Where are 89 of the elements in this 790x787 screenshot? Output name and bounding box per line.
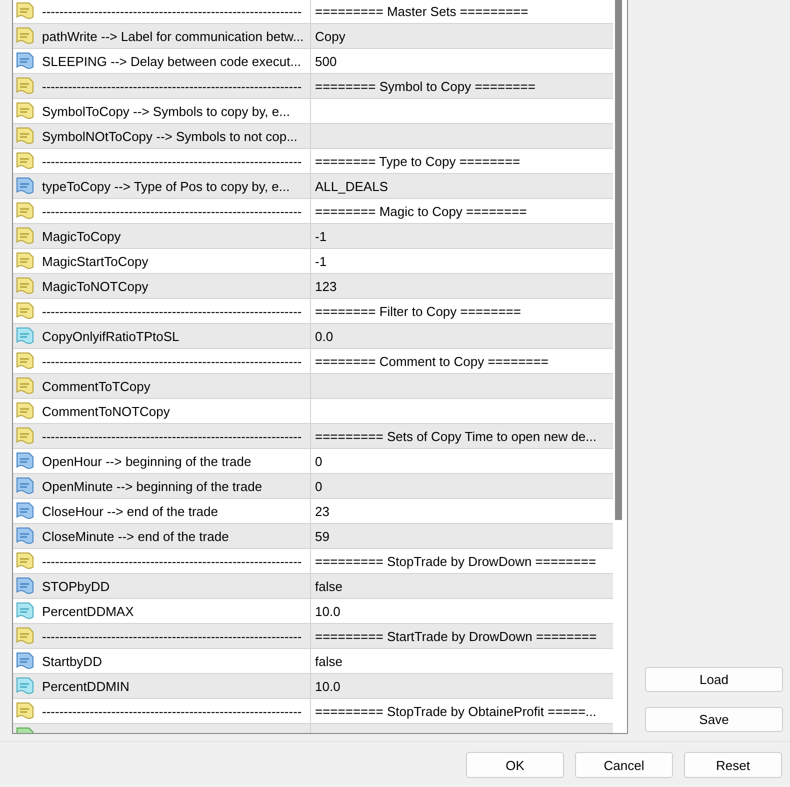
integer-type-icon — [15, 576, 35, 596]
integer-type-icon — [15, 451, 35, 471]
parameter-value[interactable]: 59 — [315, 528, 330, 544]
dialog-button[interactable]: Cancel — [575, 752, 673, 778]
text-type-icon — [15, 626, 35, 646]
integer-type-icon — [15, 176, 35, 196]
text-type-icon — [15, 351, 35, 371]
parameter-value[interactable]: 23 — [315, 504, 330, 518]
parameter-name: CommentToNOTCopy — [42, 404, 170, 418]
parameter-value[interactable]: ======== Symbol to Copy ======== — [315, 78, 536, 94]
parameter-value[interactable]: Copy — [315, 28, 346, 44]
integer-type-icon — [15, 526, 35, 546]
parameter-name: ------------------------------------------------------------ — [42, 428, 302, 444]
parameter-value[interactable]: ========= Master Sets ========= — [315, 4, 528, 18]
text-type-icon — [15, 226, 35, 246]
parameter-name: OpenHour --> beginning of the trade — [42, 454, 252, 468]
parameter-name: SymbolNOtToCopy --> Symbols to not cop... — [42, 128, 298, 144]
text-type-icon — [15, 126, 35, 146]
text-type-icon — [15, 551, 35, 571]
parameter-value[interactable]: -1 — [315, 254, 327, 268]
parameter-value[interactable]: ======== Filter to Copy ======== — [315, 304, 521, 318]
decimal-type-icon — [15, 326, 35, 346]
text-type-icon — [15, 76, 35, 96]
text-type-icon — [15, 101, 35, 121]
parameter-value[interactable]: 10.0 — [315, 678, 340, 694]
parameter-value[interactable]: 0 — [315, 478, 322, 494]
parameter-value[interactable]: 10.0 — [315, 604, 340, 618]
decimal-type-icon — [15, 601, 35, 621]
parameter-name: ------------------------------------------------------------ — [42, 354, 302, 368]
parameter-value[interactable]: -1 — [315, 228, 327, 244]
parameter-name: CopyOnlyifRatioTPtoSL — [42, 328, 180, 344]
parameter-name: MagicStartToCopy — [42, 254, 148, 268]
text-type-icon — [15, 426, 35, 446]
text-type-icon — [15, 301, 35, 321]
parameter-value[interactable]: ======== Comment to Copy ======== — [315, 354, 548, 368]
parameter-name: typeToCopy --> Type of Pos to copy by, e... — [42, 178, 290, 194]
parameter-value[interactable]: false — [315, 654, 342, 668]
parameter-value[interactable]: 500 — [315, 54, 337, 68]
parameter-name: MagicToNOTCopy — [42, 278, 148, 294]
parameter-value[interactable]: ======== Type to Copy ======== — [315, 154, 520, 168]
text-type-icon — [15, 201, 35, 221]
integer-type-icon — [15, 501, 35, 521]
text-type-icon — [15, 276, 35, 296]
parameter-name: PercentDDMAX — [42, 604, 134, 618]
parameter-name: ------------------------------------------------------------ — [42, 154, 302, 168]
parameter-name: PercentDDMIN — [42, 678, 130, 694]
parameter-name: CloseMinute --> end of the trade — [42, 528, 229, 544]
integer-type-icon — [15, 51, 35, 71]
text-type-icon — [15, 401, 35, 421]
parameter-value[interactable]: ALL_DEALS — [315, 178, 388, 194]
text-type-icon — [15, 1, 35, 21]
parameter-name: ------------------------------------------------------------ — [42, 704, 302, 718]
parameter-name: ------------------------------------------------------------ — [42, 204, 302, 218]
parameter-value[interactable]: 0.0 — [315, 328, 334, 344]
parameter-name: MagicToCopy — [42, 228, 121, 244]
parameter-name: OpenMinute --> beginning of the trade — [42, 478, 262, 494]
integer-type-icon — [15, 651, 35, 671]
parameter-value[interactable]: 0 — [315, 454, 322, 468]
parameter-name: ------------------------------------------------------------ — [42, 304, 302, 318]
decimal-type-icon — [15, 676, 35, 696]
parameter-name: SymbolToCopy --> Symbols to copy by, e... — [42, 104, 290, 118]
parameter-value[interactable]: 123 — [315, 278, 337, 294]
parameter-name: STOPbyDD — [42, 578, 110, 594]
parameter-name: SLEEPING --> Delay between code execut... — [42, 54, 302, 68]
text-type-icon — [15, 251, 35, 271]
parameter-value[interactable]: ========= StopTrade by ObtaineProfit =====... — [315, 704, 596, 718]
parameter-name: ------------------------------------------------------------ — [42, 78, 302, 94]
parameter-name: ------------------------------------------------------------ — [42, 628, 302, 644]
parameter-name: CommentToTCopy — [42, 378, 150, 394]
integer-type-icon — [15, 476, 35, 496]
parameter-name: CloseHour --> end of the trade — [42, 504, 218, 518]
parameter-value[interactable]: ========= StartTrade by DrowDown ======== — [315, 628, 597, 644]
text-type-icon — [15, 151, 35, 171]
side-button[interactable]: Load — [645, 667, 783, 692]
parameter-name: pathWrite --> Label for communication betw... — [42, 28, 304, 44]
parameter-value[interactable]: ======== Magic to Copy ======== — [315, 204, 527, 218]
side-button[interactable]: Save — [645, 707, 783, 732]
parameter-value[interactable]: false — [315, 578, 342, 594]
text-type-icon — [15, 376, 35, 396]
parameter-value[interactable]: ========= Sets of Copy Time to open new de... — [315, 428, 596, 444]
parameter-name: StartbyDD — [42, 654, 102, 668]
parameter-value[interactable]: ========= StopTrade by DrowDown ======== — [315, 554, 596, 568]
text-type-icon — [15, 26, 35, 46]
dialog-button[interactable]: OK — [466, 752, 564, 778]
text-type-icon — [15, 701, 35, 721]
parameter-name: ------------------------------------------------------------ — [42, 554, 302, 568]
parameter-name: ------------------------------------------------------------ — [42, 4, 302, 18]
dialog-button[interactable]: Reset — [684, 752, 782, 778]
scroll-thumb[interactable] — [615, 0, 622, 520]
